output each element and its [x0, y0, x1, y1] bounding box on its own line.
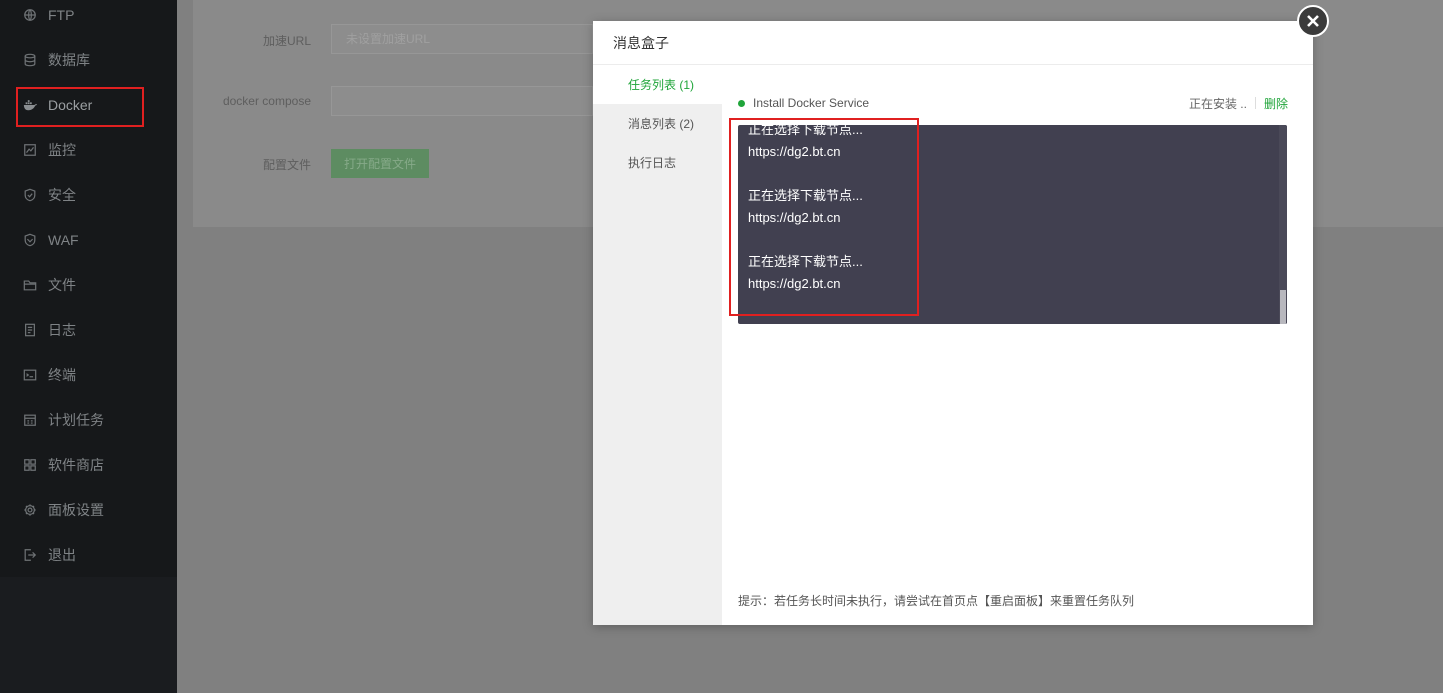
- gear-icon: [22, 502, 38, 518]
- message-box-dialog: 消息盒子 任务列表 (1) 消息列表 (2) 执行日志 Install Dock…: [593, 21, 1313, 625]
- grid-icon: [22, 457, 38, 473]
- monitor-icon: [22, 142, 38, 158]
- docker-compose-input[interactable]: [331, 86, 593, 116]
- sidebar-item-cron[interactable]: 计划任务: [0, 397, 177, 442]
- open-config-button[interactable]: 打开配置文件: [331, 149, 429, 178]
- sidebar-item-ftp[interactable]: FTP: [0, 0, 177, 37]
- close-icon: [1307, 15, 1319, 27]
- dialog-title: 消息盒子: [593, 21, 1313, 65]
- sidebar-item-logs[interactable]: 日志: [0, 307, 177, 352]
- sidebar-item-security[interactable]: 安全: [0, 172, 177, 217]
- sidebar-item-terminal[interactable]: 终端: [0, 352, 177, 397]
- shield-icon: [22, 187, 38, 203]
- sidebar-item-label: 日志: [48, 321, 76, 338]
- database-icon: [22, 52, 38, 68]
- terminal-icon: [22, 367, 38, 383]
- annotation-highlight-box: [729, 118, 919, 316]
- task-queue-tip: 提示：若任务长时间未执行，请尝试在首页点【重启面板】来重置任务队列: [738, 594, 1135, 608]
- status-dot-icon: [738, 99, 745, 107]
- log-scrollbar[interactable]: [1279, 125, 1287, 324]
- sidebar-item-label: 计划任务: [48, 411, 104, 428]
- sidebar-item-label: 软件商店: [48, 456, 104, 473]
- calendar-icon: [22, 412, 38, 428]
- globe-icon: [22, 7, 38, 23]
- tab-message-list[interactable]: 消息列表 (2): [593, 104, 722, 143]
- sidebar-item-database[interactable]: 数据库: [0, 37, 177, 82]
- sidebar-item-label: 面板设置: [48, 501, 104, 518]
- sidebar-item-label: 安全: [48, 186, 76, 203]
- waf-shield-icon: [22, 232, 38, 248]
- sidebar-item-label: WAF: [48, 231, 79, 248]
- sidebar-item-settings[interactable]: 面板设置: [0, 487, 177, 532]
- logout-icon: [22, 547, 38, 563]
- mirror-url-input[interactable]: 未设置加速URL: [331, 24, 593, 54]
- close-dialog-button[interactable]: [1297, 5, 1329, 37]
- docker-compose-label: docker compose: [222, 94, 311, 108]
- sidebar-item-label: 终端: [48, 366, 76, 383]
- task-item: Install Docker Service 正在安装 .. 删除: [738, 92, 1288, 114]
- sidebar-item-label: 文件: [48, 276, 76, 293]
- annotation-highlight-box: [16, 87, 144, 127]
- sidebar-item-monitor[interactable]: 监控: [0, 127, 177, 172]
- sidebar-item-label: 数据库: [48, 51, 90, 68]
- folder-icon: [22, 277, 38, 293]
- mirror-url-label: 加速URL: [262, 34, 311, 48]
- delete-task-link[interactable]: 删除: [1264, 95, 1288, 112]
- sidebar: FTP 数据库 Docker 监控 安全 WAF 文件 日志 终端 计划任务 软…: [0, 0, 177, 693]
- sidebar-item-logout[interactable]: 退出: [0, 532, 177, 577]
- sidebar-item-files[interactable]: 文件: [0, 262, 177, 307]
- log-scrollbar-thumb[interactable]: [1280, 290, 1286, 324]
- task-status: 正在安装 ..: [1188, 96, 1247, 111]
- tab-task-list[interactable]: 任务列表 (1): [593, 65, 722, 104]
- task-name: Install Docker Service: [753, 96, 870, 110]
- sidebar-item-label: FTP: [48, 6, 75, 23]
- config-file-label: 配置文件: [262, 158, 311, 172]
- log-icon: [22, 322, 38, 338]
- divider: [1254, 97, 1256, 109]
- tab-execution-log[interactable]: 执行日志: [593, 143, 722, 182]
- sidebar-item-label: 退出: [48, 546, 76, 563]
- sidebar-item-waf[interactable]: WAF: [0, 217, 177, 262]
- dialog-tab-list: 任务列表 (1) 消息列表 (2) 执行日志: [593, 65, 722, 625]
- sidebar-item-store[interactable]: 软件商店: [0, 442, 177, 487]
- sidebar-item-label: 监控: [48, 141, 76, 158]
